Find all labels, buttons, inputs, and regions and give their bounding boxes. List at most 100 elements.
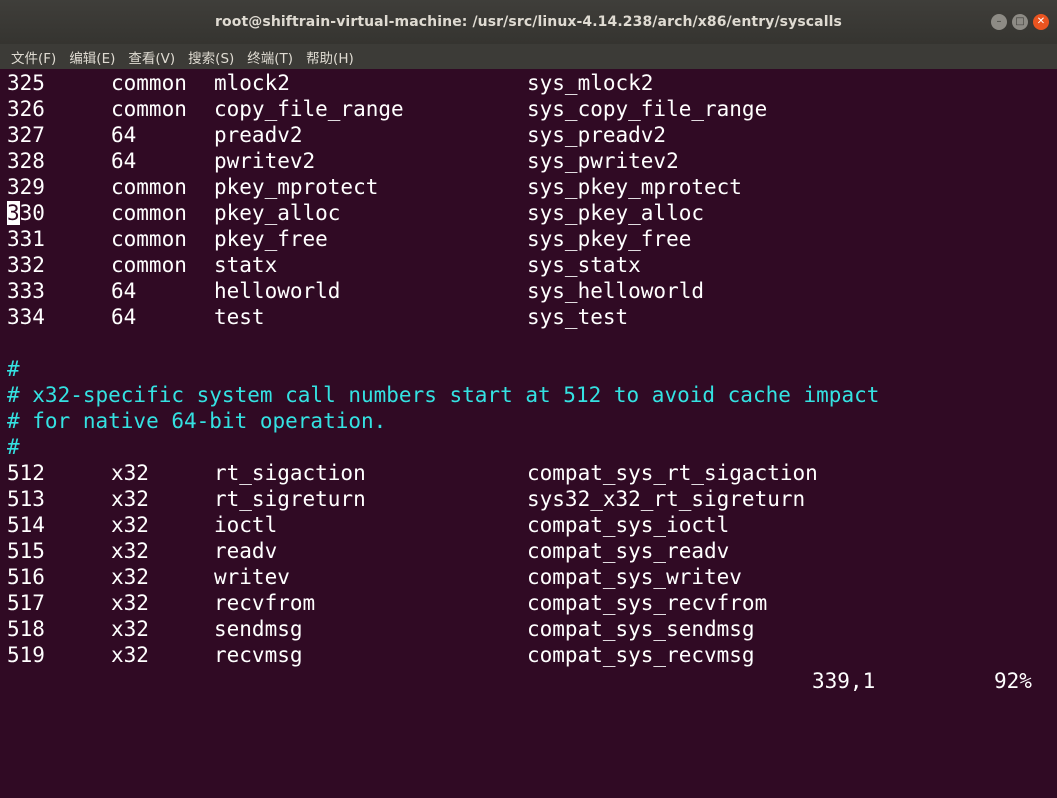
syscall-number: 513 — [7, 487, 45, 511]
maximize-icon[interactable]: □ — [1012, 14, 1028, 30]
syscall-abi: x32 — [111, 513, 149, 537]
syscall-abi: common — [111, 253, 187, 277]
syscall-entry: sys_pwritev2 — [527, 149, 679, 173]
syscall-entry: compat_sys_recvfrom — [527, 591, 768, 615]
syscall-entry: sys_statx — [527, 253, 641, 277]
syscall-abi: 64 — [111, 305, 137, 329]
syscall-name: rt_sigaction — [214, 461, 366, 485]
cursor-position: 339,1 — [812, 669, 876, 693]
menu-search[interactable]: 搜索(S) — [187, 45, 235, 69]
syscall-entry: sys_helloworld — [527, 279, 705, 303]
table-row: 512 x32 rt_sigaction compat_sys_rt_sigac… — [7, 460, 818, 486]
table-row: 328 64 pwritev2 sys_pwritev2 — [7, 148, 679, 174]
syscall-name: mlock2 — [214, 71, 290, 95]
syscall-abi: x32 — [111, 565, 149, 589]
table-row: 517 x32 recvfrom compat_sys_recvfrom — [7, 590, 767, 616]
syscall-entry: compat_sys_sendmsg — [527, 617, 755, 641]
syscall-entry: sys_mlock2 — [527, 71, 654, 95]
table-row: 513 x32 rt_sigreturn sys32_x32_rt_sigret… — [7, 486, 805, 512]
syscall-abi: common — [111, 201, 187, 225]
syscall-number: 332 — [7, 253, 45, 277]
syscall-abi: x32 — [111, 617, 149, 641]
syscall-name: preadv2 — [214, 123, 303, 147]
syscall-abi: common — [111, 175, 187, 199]
menu-view[interactable]: 查看(V) — [127, 45, 176, 69]
table-row: 334 64 test sys_test — [7, 304, 628, 330]
syscall-number: 519 — [7, 643, 45, 667]
syscall-name: rt_sigreturn — [214, 487, 366, 511]
syscall-name: sendmsg — [214, 617, 303, 641]
syscall-number: 516 — [7, 565, 45, 589]
table-row: 332 common statx sys_statx — [7, 252, 641, 278]
syscall-number: 514 — [7, 513, 45, 537]
syscall-number: 517 — [7, 591, 45, 615]
syscall-abi: x32 — [111, 539, 149, 563]
syscall-name: helloworld — [214, 279, 341, 303]
syscall-entry: compat_sys_rt_sigaction — [527, 461, 818, 485]
syscall-name: pkey_mprotect — [214, 175, 379, 199]
syscall-abi: common — [111, 71, 187, 95]
syscall-name: ioctl — [214, 513, 278, 537]
close-icon[interactable]: ✕ — [1033, 14, 1049, 30]
table-row: 325 common mlock2 sys_mlock2 — [7, 70, 653, 96]
syscall-entry: sys_preadv2 — [527, 123, 667, 147]
syscall-entry: compat_sys_ioctl — [527, 513, 730, 537]
syscall-number: 515 — [7, 539, 45, 563]
syscall-number: 325 — [7, 71, 45, 95]
table-row: 515 x32 readv compat_sys_readv — [7, 538, 729, 564]
table-row: 331 common pkey_free sys_pkey_free — [7, 226, 691, 252]
syscall-number: 329 — [7, 175, 45, 199]
syscall-name: readv — [214, 539, 278, 563]
syscall-entry: sys32_x32_rt_sigreturn — [527, 487, 806, 511]
table-row: 329 common pkey_mprotect sys_pkey_mprote… — [7, 174, 742, 200]
window-controls: – □ ✕ — [991, 14, 1049, 30]
syscall-number: 333 — [7, 279, 45, 303]
terminal-area[interactable]: 325 common mlock2 sys_mlock2 326 common … — [0, 69, 1057, 698]
syscall-name: statx — [214, 253, 278, 277]
scroll-percent: 92% — [994, 669, 1032, 693]
menu-file[interactable]: 文件(F) — [10, 45, 57, 69]
table-row: 330 common pkey_alloc sys_pkey_alloc — [7, 200, 704, 226]
syscall-abi: x32 — [111, 461, 149, 485]
syscall-number: 328 — [7, 149, 45, 173]
table-row: 333 64 helloworld sys_helloworld — [7, 278, 704, 304]
syscall-name: copy_file_range — [214, 97, 404, 121]
syscall-name: pkey_free — [214, 227, 328, 251]
syscall-name: recvfrom — [214, 591, 316, 615]
minimize-icon[interactable]: – — [991, 14, 1007, 30]
syscall-name: test — [214, 305, 265, 329]
syscall-entry: compat_sys_recvmsg — [527, 643, 755, 667]
syscall-abi: 64 — [111, 123, 137, 147]
syscall-abi: 64 — [111, 149, 137, 173]
syscall-name: writev — [214, 565, 290, 589]
comment-line: # for native 64-bit operation. — [7, 409, 387, 433]
syscall-entry: sys_pkey_alloc — [527, 201, 705, 225]
syscall-abi: common — [111, 97, 187, 121]
text-cursor: 3 — [7, 201, 20, 225]
table-row: 326 common copy_file_range sys_copy_file… — [7, 96, 767, 122]
syscall-number: 518 — [7, 617, 45, 641]
menu-terminal[interactable]: 终端(T) — [246, 45, 294, 69]
syscall-number: 334 — [7, 305, 45, 329]
syscall-abi: 64 — [111, 279, 137, 303]
syscall-number: 327 — [7, 123, 45, 147]
table-row: 514 x32 ioctl compat_sys_ioctl — [7, 512, 729, 538]
syscall-abi: x32 — [111, 643, 149, 667]
comment-line: # — [7, 357, 20, 381]
syscall-entry: compat_sys_readv — [527, 539, 730, 563]
table-row: 519 x32 recvmsg compat_sys_recvmsg — [7, 642, 755, 668]
syscall-name: recvmsg — [214, 643, 303, 667]
syscall-number: 331 — [7, 227, 45, 251]
syscall-name: pkey_alloc — [214, 201, 341, 225]
syscall-number: 326 — [7, 97, 45, 121]
syscall-entry: sys_pkey_free — [527, 227, 692, 251]
table-row: 518 x32 sendmsg compat_sys_sendmsg — [7, 616, 755, 642]
menu-help[interactable]: 帮助(H) — [305, 45, 355, 69]
syscall-number: 512 — [7, 461, 45, 485]
menu-edit[interactable]: 编辑(E) — [68, 45, 116, 69]
table-row: 516 x32 writev compat_sys_writev — [7, 564, 742, 590]
syscall-name: pwritev2 — [214, 149, 316, 173]
syscall-abi: x32 — [111, 591, 149, 615]
table-row: 327 64 preadv2 sys_preadv2 — [7, 122, 666, 148]
window-title: root@shiftrain-virtual-machine: /usr/src… — [215, 14, 842, 30]
